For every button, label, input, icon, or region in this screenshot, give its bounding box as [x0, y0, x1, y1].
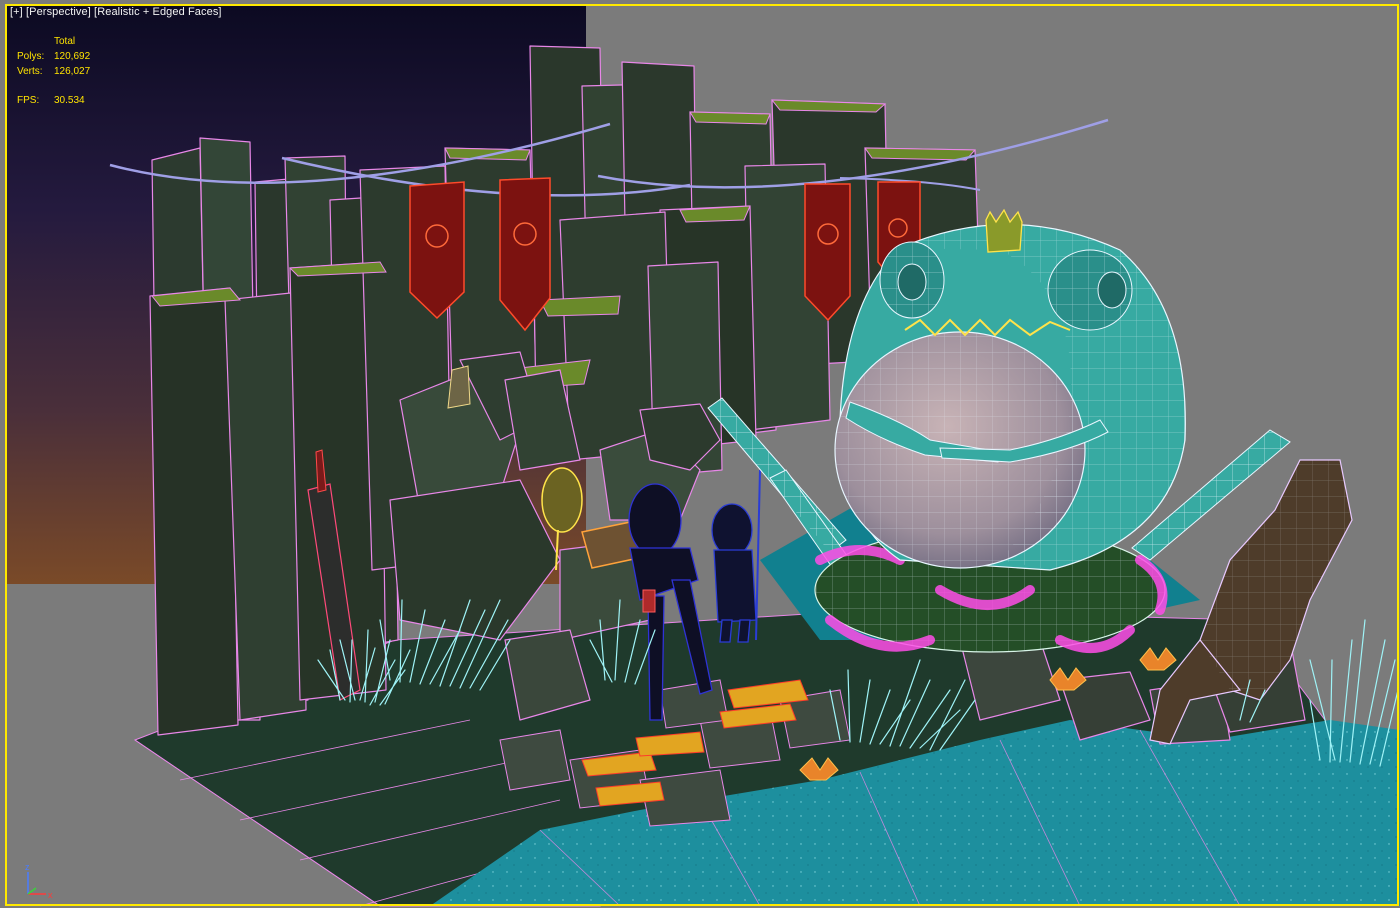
frog-crown: [985, 208, 1023, 253]
stats-polys-row: Polys: 120,692: [17, 49, 90, 64]
character-sword-sheath: [642, 589, 656, 613]
cat-statue: [447, 365, 471, 409]
viewport-label: [+] [Perspective] [Realistic + Edged Fac…: [10, 6, 222, 18]
frog-pupil-right: [1097, 271, 1127, 309]
perspective-viewport[interactable]: [+] [Perspective] [Realistic + Edged Fac…: [0, 0, 1400, 908]
stats-header: Total: [54, 36, 76, 47]
scene-render[interactable]: [0, 0, 1400, 908]
polys-label: Polys:: [17, 51, 45, 62]
frog-pupil-left: [897, 263, 927, 301]
view-mode-button[interactable]: [Perspective]: [26, 6, 91, 18]
character-spear: [755, 469, 761, 641]
axis-y-line: [27, 887, 37, 895]
statistics-overlay: Total Polys: 120,692 Verts: 126,027 FPS:…: [17, 34, 90, 108]
viewport-menu-button[interactable]: [+]: [10, 6, 23, 18]
stats-fps-row: FPS: 30.534: [17, 93, 90, 108]
shading-mode-button[interactable]: [Realistic + Edged Faces]: [94, 6, 222, 18]
stats-verts-row: Verts: 126,027: [17, 64, 90, 79]
verts-value: 126,027: [54, 66, 91, 77]
polys-value: 120,692: [54, 51, 91, 62]
verts-label: Verts:: [17, 66, 43, 77]
fps-value: 30.534: [54, 95, 85, 106]
axis-z-label: z: [25, 862, 30, 872]
fps-label: FPS:: [17, 95, 40, 106]
axis-x-label: x: [48, 890, 53, 900]
lantern: [541, 467, 583, 533]
character-second: [711, 503, 757, 643]
axis-gizmo: z x: [25, 862, 53, 900]
